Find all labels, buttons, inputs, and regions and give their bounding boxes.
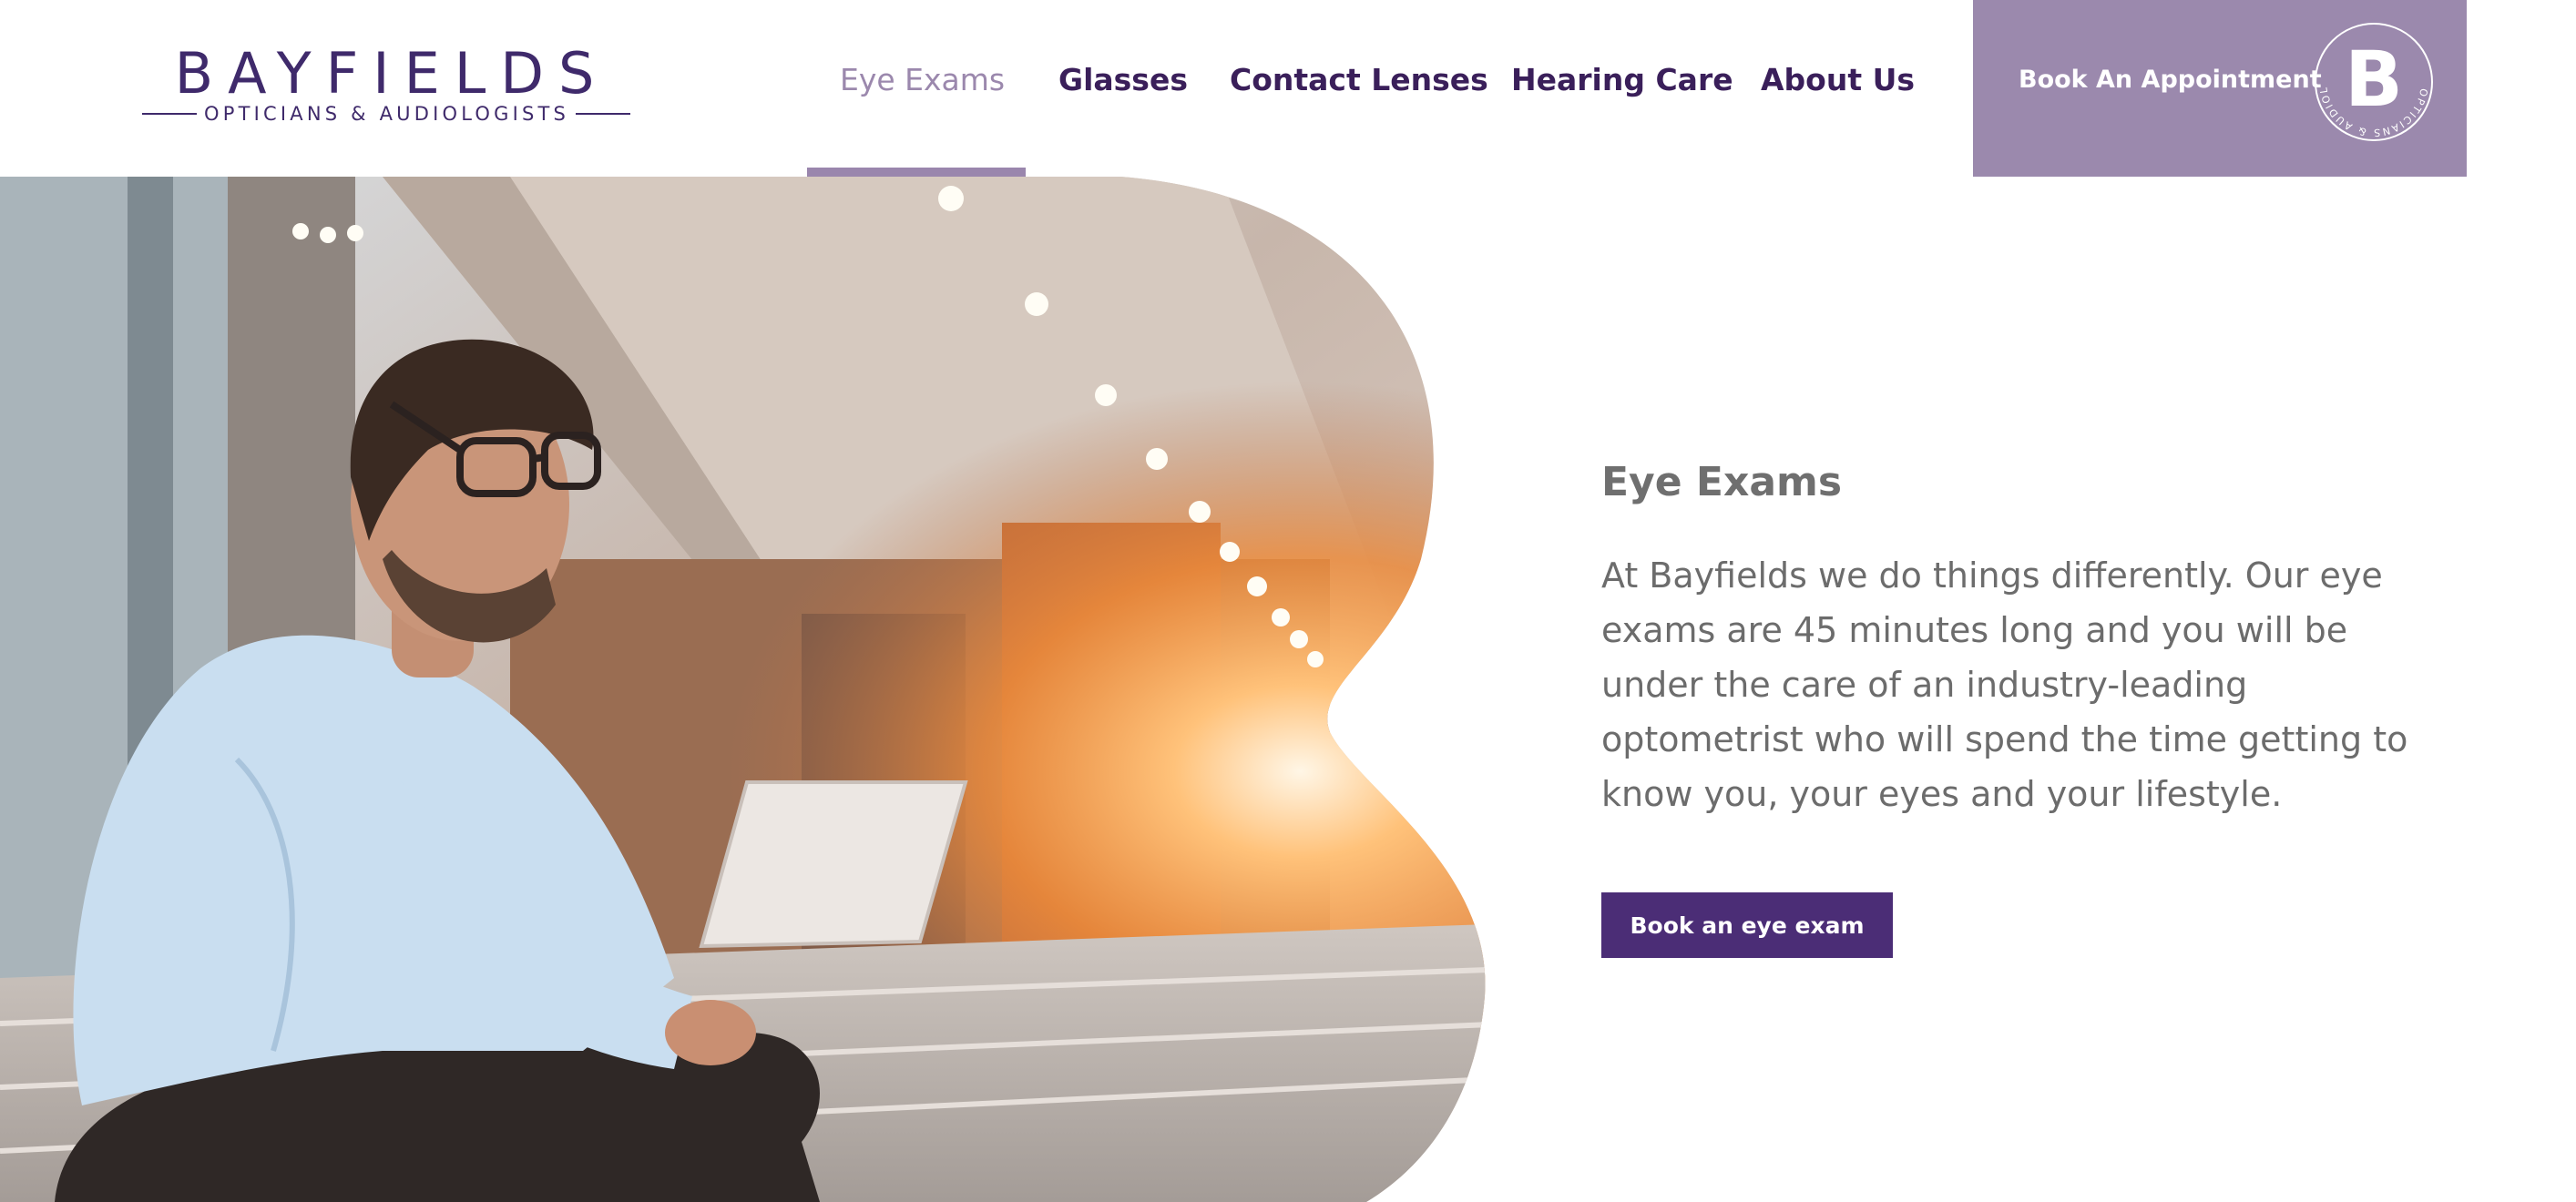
nav-item-contact-lenses[interactable]: Contact Lenses <box>1230 60 1488 100</box>
logo-rule-left <box>142 113 197 115</box>
eye-exams-section: Eye Exams At Bayfields we do things diff… <box>1601 446 2421 958</box>
nav-item-about-us[interactable]: About Us <box>1761 60 1915 100</box>
hero-photo <box>0 177 1486 1202</box>
logo-wordmark: BAYFIELDS <box>174 40 609 107</box>
book-appointment-label: Book An Appointment <box>2019 66 2322 94</box>
bayfields-badge-icon: OPTICIANS & AUDIOLOGISTS B <box>2312 20 2433 141</box>
section-title: Eye Exams <box>1601 459 1843 505</box>
book-appointment-button[interactable]: Book An Appointment OPTICIANS & AUDIOLOG… <box>1973 0 2467 177</box>
section-body: At Bayfields we do things differently. O… <box>1601 555 2408 814</box>
nav-item-eye-exams[interactable]: Eye Exams <box>840 60 1005 100</box>
badge-letter: B <box>2345 35 2403 124</box>
nav-item-glasses[interactable]: Glasses <box>1058 60 1188 100</box>
logo-rule-right <box>576 113 630 115</box>
active-nav-indicator <box>807 168 1026 177</box>
bayfields-logo[interactable]: BAYFIELDS OPTICIANS & AUDIOLOGISTS <box>138 46 630 127</box>
site-header: BAYFIELDS OPTICIANS & AUDIOLOGISTS Eye E… <box>0 0 2576 177</box>
logo-tagline: OPTICIANS & AUDIOLOGISTS <box>204 103 570 125</box>
nav-item-hearing-care[interactable]: Hearing Care <box>1511 60 1733 100</box>
book-eye-exam-button[interactable]: Book an eye exam <box>1601 892 1893 958</box>
